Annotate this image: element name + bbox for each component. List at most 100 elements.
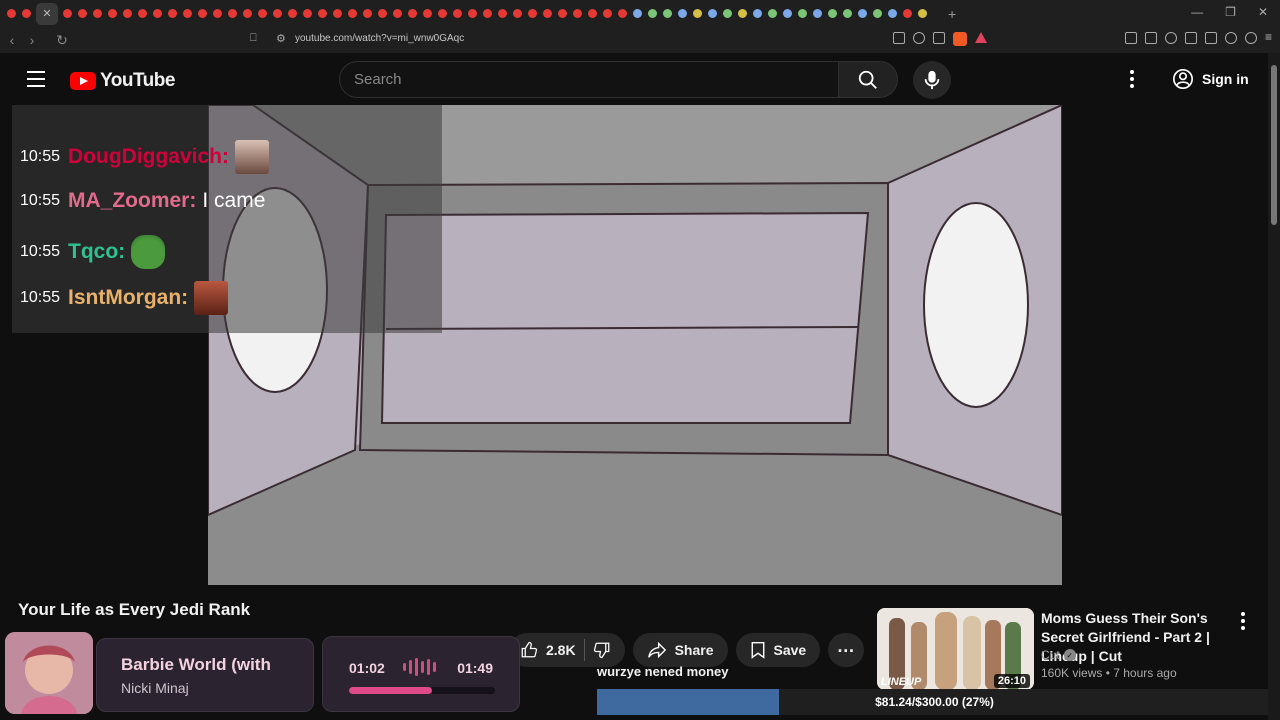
- tab-icon[interactable]: [363, 9, 372, 18]
- tab-icon[interactable]: [378, 9, 387, 18]
- extensions-icon[interactable]: [1124, 32, 1137, 44]
- scrollbar-thumb[interactable]: [1271, 65, 1277, 225]
- tab-icon[interactable]: [918, 9, 927, 18]
- new-tab-icon[interactable]: +: [948, 6, 956, 22]
- tab-icon[interactable]: [543, 9, 552, 18]
- tab-icon[interactable]: [603, 9, 612, 18]
- site-info-icon[interactable]: ⚙: [276, 32, 286, 45]
- tab-icon[interactable]: [573, 9, 582, 18]
- tab-icon[interactable]: [348, 9, 357, 18]
- tab-icon[interactable]: [738, 9, 747, 18]
- tab-icon[interactable]: [93, 9, 102, 18]
- zoom-icon[interactable]: [912, 32, 925, 44]
- recommended-thumbnail[interactable]: LINEUP 26:10: [877, 608, 1034, 690]
- tab-icon[interactable]: [213, 9, 222, 18]
- tab-icon[interactable]: [873, 9, 882, 18]
- tab-icon[interactable]: [843, 9, 852, 18]
- back-icon[interactable]: ‹: [2, 32, 22, 48]
- tab-icon[interactable]: [633, 9, 642, 18]
- tab-icon[interactable]: [588, 9, 597, 18]
- tab-icon[interactable]: [183, 9, 192, 18]
- tab-icon[interactable]: [138, 9, 147, 18]
- tab-icon[interactable]: [198, 9, 207, 18]
- tab-icon[interactable]: [903, 9, 912, 18]
- tab-icon[interactable]: [483, 9, 492, 18]
- tab-icon[interactable]: [858, 9, 867, 18]
- tab-icon[interactable]: [783, 9, 792, 18]
- save-button[interactable]: Save: [735, 633, 821, 667]
- tab-icon[interactable]: [468, 9, 477, 18]
- tab-icon[interactable]: [678, 9, 687, 18]
- guide-menu-icon[interactable]: [27, 71, 45, 92]
- tab-icon[interactable]: [693, 9, 702, 18]
- tab-icon[interactable]: [243, 9, 252, 18]
- sidebar-toggle-icon[interactable]: [1144, 32, 1157, 44]
- tab-icon[interactable]: [648, 9, 657, 18]
- settings-more-icon[interactable]: [1130, 70, 1136, 91]
- panel-icon[interactable]: [1184, 32, 1197, 44]
- minimize-icon[interactable]: —: [1191, 5, 1203, 19]
- tab-icon[interactable]: [22, 9, 31, 18]
- share-page-icon[interactable]: [932, 32, 945, 44]
- tab-icon[interactable]: [63, 9, 72, 18]
- tab-icon[interactable]: [813, 9, 822, 18]
- tab-icon[interactable]: [723, 9, 732, 18]
- cast-icon[interactable]: [892, 32, 905, 44]
- page-scrollbar[interactable]: [1268, 53, 1280, 720]
- tab-icon[interactable]: [513, 9, 522, 18]
- address-bar[interactable]: youtube.com/watch?v=mi_wnw0GAqc: [295, 33, 464, 44]
- tab-icon[interactable]: [558, 9, 567, 18]
- tab-icon[interactable]: [828, 9, 837, 18]
- tab-icon[interactable]: [423, 9, 432, 18]
- tab-icon[interactable]: [528, 9, 537, 18]
- thumbs-down-icon[interactable]: [593, 641, 611, 659]
- tab-icon[interactable]: [123, 9, 132, 18]
- recommended-more-icon[interactable]: [1241, 612, 1245, 633]
- tab-icon[interactable]: [663, 9, 672, 18]
- tab-icon[interactable]: [498, 9, 507, 18]
- tab-icon[interactable]: [798, 9, 807, 18]
- tab-icon[interactable]: [258, 9, 267, 18]
- tab-icon[interactable]: [618, 9, 627, 18]
- tab-icon[interactable]: [78, 9, 87, 18]
- tab-icon[interactable]: [333, 9, 342, 18]
- tab-icon[interactable]: [453, 9, 462, 18]
- tab-icon[interactable]: [273, 9, 282, 18]
- tab-icon[interactable]: [888, 9, 897, 18]
- tab-icon[interactable]: [153, 9, 162, 18]
- tab-icon[interactable]: [708, 9, 717, 18]
- tab-icon[interactable]: [408, 9, 417, 18]
- leo-icon[interactable]: [1244, 32, 1257, 44]
- maximize-icon[interactable]: ❐: [1225, 5, 1236, 19]
- rewards-icon[interactable]: [974, 32, 987, 43]
- search-button[interactable]: [838, 61, 898, 98]
- reload-icon[interactable]: ↻: [52, 32, 72, 49]
- close-window-icon[interactable]: ✕: [1258, 5, 1268, 19]
- tab-icon[interactable]: [393, 9, 402, 18]
- menu-icon[interactable]: ≡: [1265, 31, 1272, 46]
- brave-shields-icon[interactable]: [952, 32, 967, 46]
- like-button[interactable]: 2.8K: [510, 633, 625, 667]
- recommended-video[interactable]: LINEUP 26:10 Moms Guess Their Son's Secr…: [877, 608, 1257, 700]
- tab-icon[interactable]: [438, 9, 447, 18]
- tab-icon[interactable]: [288, 9, 297, 18]
- tab-icon[interactable]: [768, 9, 777, 18]
- forward-icon[interactable]: ›: [22, 32, 42, 48]
- share-button[interactable]: Share: [632, 633, 728, 667]
- tab-icon[interactable]: [318, 9, 327, 18]
- tab-icon[interactable]: [108, 9, 117, 18]
- tab-icon[interactable]: [168, 9, 177, 18]
- video-player[interactable]: 10:55 DougDiggavich: 10:55 MA_Zoomer: I …: [0, 105, 1268, 585]
- recommended-channel[interactable]: Cut ✓: [1041, 648, 1076, 662]
- tab-icon[interactable]: [228, 9, 237, 18]
- more-actions-button[interactable]: …: [828, 633, 865, 667]
- active-tab-close-icon[interactable]: ✕: [36, 2, 58, 25]
- youtube-logo[interactable]: YouTube: [70, 70, 175, 92]
- voice-search-button[interactable]: [913, 61, 951, 99]
- tab-icon[interactable]: [7, 9, 16, 18]
- sign-in-button[interactable]: Sign in: [1162, 63, 1259, 95]
- media-icon[interactable]: [1164, 32, 1177, 44]
- tab-icon[interactable]: [303, 9, 312, 18]
- search-input[interactable]: [354, 71, 838, 88]
- bookmark-icon[interactable]: ⎕: [250, 32, 257, 45]
